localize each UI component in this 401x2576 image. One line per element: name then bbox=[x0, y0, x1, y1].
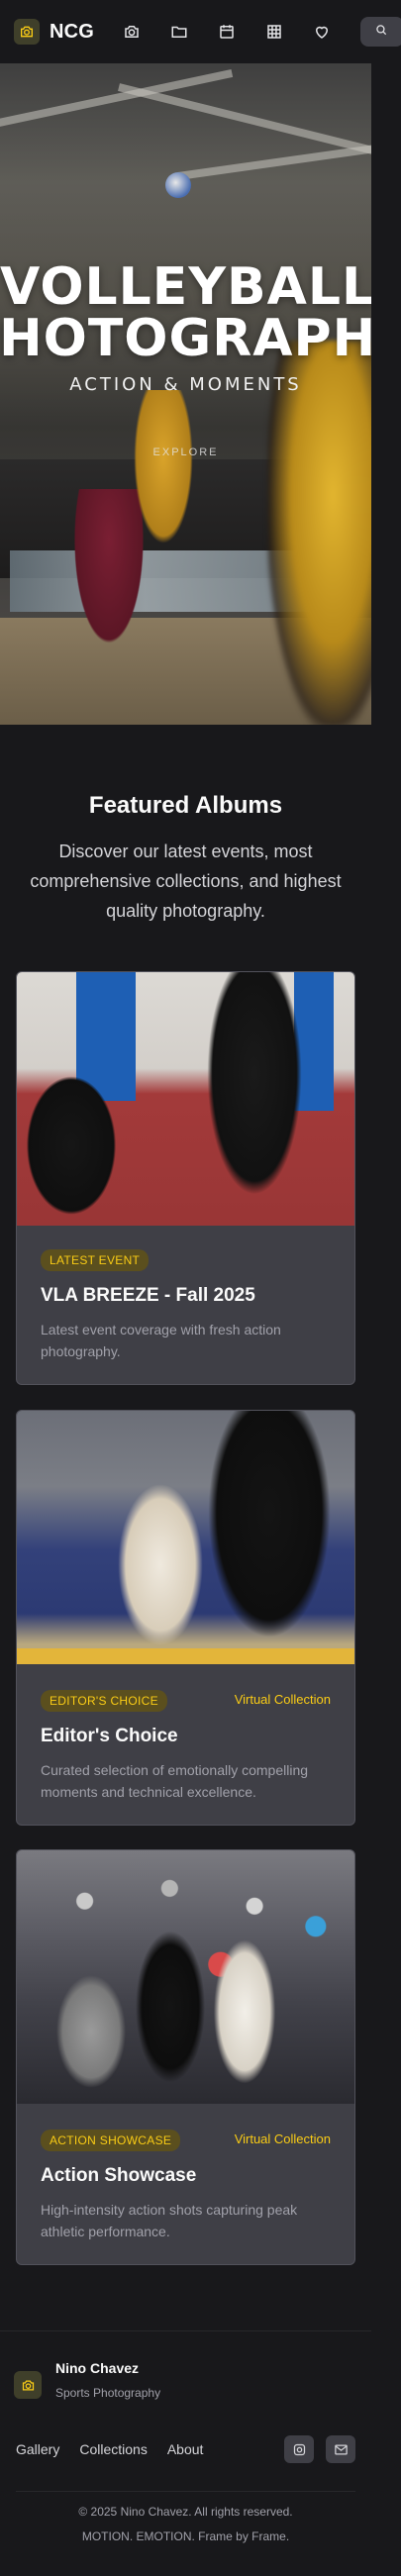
album-cover-image bbox=[17, 1850, 354, 2104]
grid-icon[interactable] bbox=[251, 12, 298, 51]
album-card-editors-choice[interactable]: EDITOR'S CHOICE Virtual Collection Edito… bbox=[16, 1410, 355, 1826]
album-title: VLA BREEZE - Fall 2025 bbox=[41, 1285, 255, 1306]
album-cover-image bbox=[17, 1411, 354, 1664]
album-description: Curated selection of emotionally compell… bbox=[41, 1762, 309, 1800]
album-title: Editor's Choice bbox=[41, 1726, 178, 1746]
instagram-icon[interactable] bbox=[284, 2435, 314, 2463]
featured-title: Featured Albums bbox=[88, 792, 283, 819]
hero-subtitle: ACTION & MOMENTS bbox=[69, 374, 302, 395]
album-title: Action Showcase bbox=[41, 2165, 197, 2186]
footer-links: Gallery Collections About bbox=[16, 2441, 203, 2457]
album-card-latest-event[interactable]: LATEST EVENT VLA BREEZE - Fall 2025 Late… bbox=[16, 971, 355, 1385]
search-icon bbox=[374, 23, 388, 42]
top-nav: NCG bbox=[0, 0, 401, 63]
logo-camera-icon[interactable] bbox=[14, 19, 40, 45]
footer-tagline: MOTION. EMOTION. Frame by Frame. bbox=[81, 2529, 290, 2543]
brand-name[interactable]: NCG bbox=[50, 21, 94, 44]
heart-icon[interactable] bbox=[298, 12, 346, 51]
copyright-text: © 2025 Nino Chavez. All rights reserved. bbox=[78, 2505, 293, 2519]
album-description: High-intensity action shots capturing pe… bbox=[41, 2202, 298, 2239]
footer-divider-2 bbox=[16, 2491, 355, 2492]
album-badge: LATEST EVENT bbox=[41, 1249, 150, 1271]
album-description: Latest event coverage with fresh action … bbox=[41, 1322, 281, 1359]
calendar-icon[interactable] bbox=[203, 12, 251, 51]
album-badge: ACTION SHOWCASE bbox=[41, 2130, 181, 2151]
folder-icon[interactable] bbox=[155, 12, 203, 51]
footer-divider bbox=[0, 2330, 371, 2331]
album-card-action-showcase[interactable]: ACTION SHOWCASE Virtual Collection Actio… bbox=[16, 1849, 355, 2265]
hero-banner: VOLLEYBALL PHOTOGRAPHY ACTION & MOMENTS … bbox=[0, 63, 371, 725]
mail-icon[interactable] bbox=[326, 2435, 355, 2463]
footer-role: Sports Photography bbox=[55, 2386, 161, 2400]
footer-name: Nino Chavez bbox=[55, 2360, 140, 2376]
explore-link[interactable]: EXPLORE bbox=[0, 446, 371, 458]
album-badge: EDITOR'S CHOICE bbox=[41, 1690, 167, 1712]
volleyball-image bbox=[165, 172, 191, 198]
footer-camera-icon bbox=[14, 2371, 42, 2399]
hero-title-line2: PHOTOGRAPHY bbox=[0, 309, 371, 368]
featured-description: Discover our latest events, most compreh… bbox=[30, 842, 342, 921]
virtual-collection-label: Virtual Collection bbox=[234, 1692, 331, 1707]
search-button[interactable] bbox=[360, 17, 401, 47]
virtual-collection-label: Virtual Collection bbox=[234, 2131, 331, 2146]
album-cover-image bbox=[17, 972, 354, 1226]
footer-link-about[interactable]: About bbox=[167, 2441, 204, 2457]
camera-icon[interactable] bbox=[108, 12, 155, 51]
hero-title-line1: VOLLEYBALL bbox=[0, 257, 371, 317]
footer-link-collections[interactable]: Collections bbox=[79, 2441, 147, 2457]
footer-link-gallery[interactable]: Gallery bbox=[16, 2441, 59, 2457]
